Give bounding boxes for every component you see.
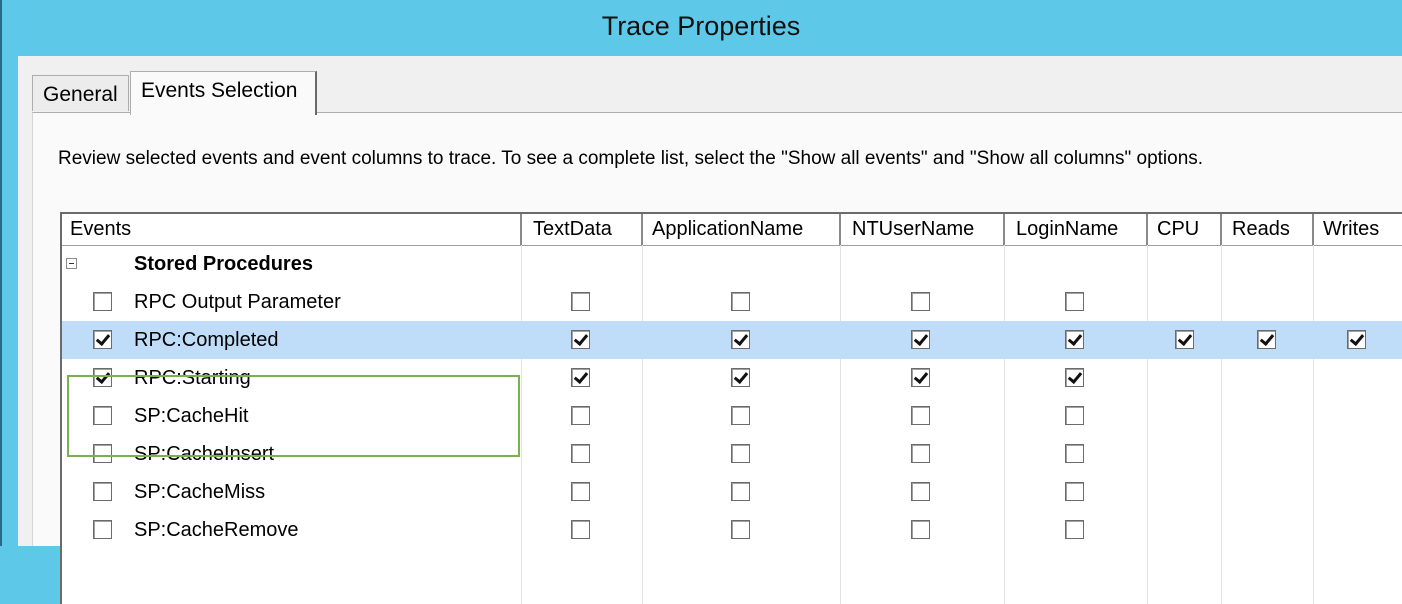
event-row[interactable]: RPC:Starting <box>62 359 1402 397</box>
instructions-text: Review selected events and event columns… <box>58 148 1204 169</box>
event-name: RPC:Completed <box>134 329 279 351</box>
column-header-cpu[interactable]: CPU <box>1148 214 1222 245</box>
column-checkbox-appname[interactable] <box>731 368 750 387</box>
event-name: RPC:Starting <box>134 367 251 389</box>
dialog-body: General Events Selection Review selected… <box>18 56 1402 604</box>
column-checkbox-login[interactable] <box>1065 368 1084 387</box>
column-checkbox-textdata[interactable] <box>571 444 590 463</box>
event-row[interactable]: SP:CacheMiss <box>62 473 1402 511</box>
column-checkbox-appname[interactable] <box>731 444 750 463</box>
event-row[interactable]: RPC:Completed <box>62 321 1402 359</box>
event-checkbox[interactable] <box>93 330 112 349</box>
column-checkbox-reads[interactable] <box>1257 330 1276 349</box>
window-frame-left <box>0 0 18 546</box>
event-name: SP:CacheHit <box>134 405 249 427</box>
column-checkbox-login[interactable] <box>1065 330 1084 349</box>
column-header-loginname[interactable]: LoginName <box>1005 214 1148 245</box>
tab-general[interactable]: General <box>32 75 129 111</box>
event-checkbox[interactable] <box>93 406 112 425</box>
column-checkbox-textdata[interactable] <box>571 520 590 539</box>
event-checkbox[interactable] <box>93 292 112 311</box>
column-checkbox-login[interactable] <box>1065 482 1084 501</box>
column-checkbox-ntuser[interactable] <box>911 520 930 539</box>
column-checkbox-ntuser[interactable] <box>911 406 930 425</box>
column-checkbox-textdata[interactable] <box>571 292 590 311</box>
column-checkbox-writes[interactable] <box>1347 330 1366 349</box>
column-checkbox-ntuser[interactable] <box>911 368 930 387</box>
column-checkbox-textdata[interactable] <box>571 368 590 387</box>
event-name: SP:CacheInsert <box>134 443 275 465</box>
event-name: RPC Output Parameter <box>134 291 341 313</box>
window-border <box>0 0 2 546</box>
column-checkbox-login[interactable] <box>1065 292 1084 311</box>
column-header-reads[interactable]: Reads <box>1222 214 1314 245</box>
event-row[interactable]: SP:CacheHit <box>62 397 1402 435</box>
column-checkbox-login[interactable] <box>1065 406 1084 425</box>
tab-events-selection[interactable]: Events Selection <box>130 71 317 115</box>
column-checkbox-login[interactable] <box>1065 520 1084 539</box>
grid-header: Events TextData ApplicationName NTUserNa… <box>62 214 1402 246</box>
column-header-writes[interactable]: Writes <box>1314 214 1402 245</box>
column-checkbox-login[interactable] <box>1065 444 1084 463</box>
event-name: SP:CacheMiss <box>134 481 266 503</box>
column-checkbox-ntuser[interactable] <box>911 292 930 311</box>
column-header-ntusername[interactable]: NTUserName <box>841 214 1005 245</box>
category-row-stored-procedures[interactable]: Stored Procedures <box>62 245 1402 283</box>
event-checkbox[interactable] <box>93 368 112 387</box>
column-checkbox-textdata[interactable] <box>571 330 590 349</box>
tab-strip: General Events Selection <box>18 56 1402 115</box>
event-checkbox[interactable] <box>93 482 112 501</box>
event-row[interactable]: RPC Output Parameter <box>62 283 1402 321</box>
event-row[interactable]: SP:CacheInsert <box>62 435 1402 473</box>
events-grid[interactable]: Events TextData ApplicationName NTUserNa… <box>60 212 1402 604</box>
event-checkbox[interactable] <box>93 444 112 463</box>
column-checkbox-appname[interactable] <box>731 520 750 539</box>
column-checkbox-ntuser[interactable] <box>911 330 930 349</box>
collapse-minus-icon[interactable] <box>66 258 77 269</box>
column-checkbox-appname[interactable] <box>731 482 750 501</box>
column-checkbox-appname[interactable] <box>731 406 750 425</box>
column-header-textdata[interactable]: TextData <box>522 214 643 245</box>
column-checkbox-appname[interactable] <box>731 292 750 311</box>
column-checkbox-appname[interactable] <box>731 330 750 349</box>
column-checkbox-textdata[interactable] <box>571 482 590 501</box>
column-checkbox-ntuser[interactable] <box>911 482 930 501</box>
event-row[interactable]: SP:CacheRemove <box>62 511 1402 549</box>
column-header-events[interactable]: Events <box>62 214 522 245</box>
column-checkbox-ntuser[interactable] <box>911 444 930 463</box>
category-label: Stored Procedures <box>134 253 313 275</box>
column-checkbox-textdata[interactable] <box>571 406 590 425</box>
column-header-applicationname[interactable]: ApplicationName <box>643 214 841 245</box>
event-checkbox[interactable] <box>93 520 112 539</box>
event-name: SP:CacheRemove <box>134 519 299 541</box>
column-checkbox-cpu[interactable] <box>1175 330 1194 349</box>
window-title: Trace Properties <box>601 11 801 41</box>
